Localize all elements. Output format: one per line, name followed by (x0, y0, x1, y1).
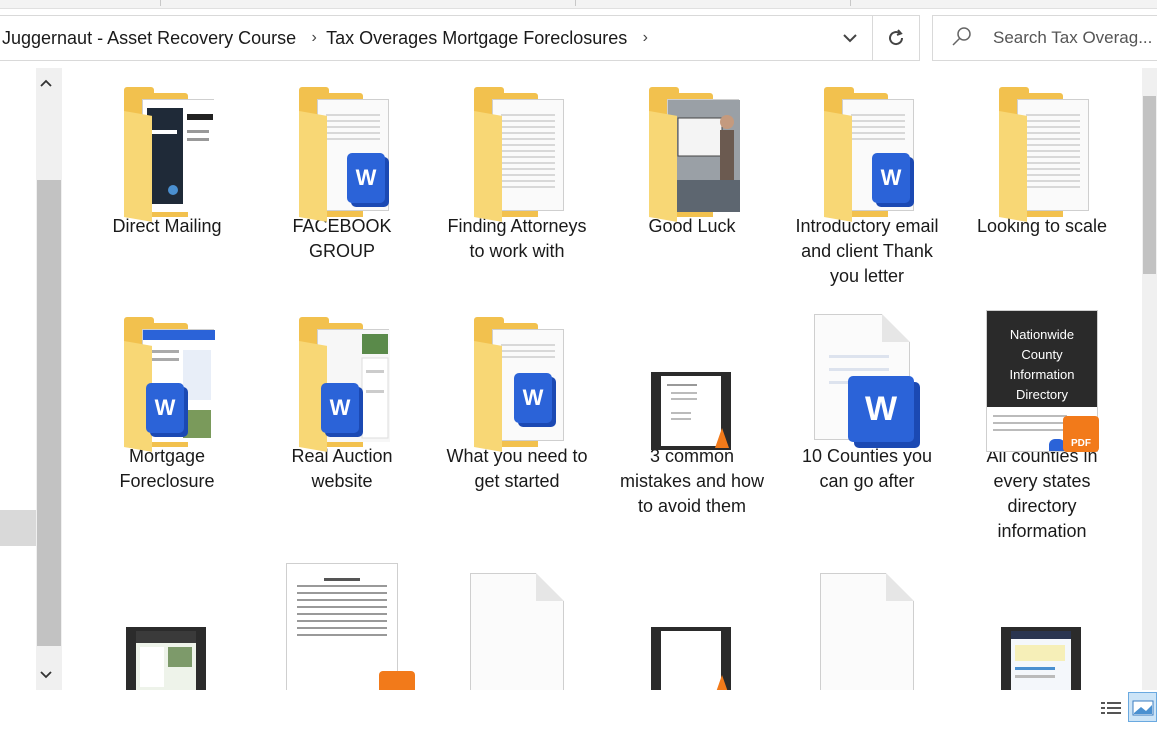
folder-icon: W (92, 298, 242, 452)
file-grid: Direct Mailing W FACEBOOK GROUP Finding … (62, 68, 1142, 690)
folder-item[interactable]: W Introductory email and client Thank yo… (792, 68, 942, 289)
video-file-icon (967, 563, 1117, 690)
content-scrollbar[interactable] (1142, 68, 1157, 690)
large-icons-view-icon[interactable] (1128, 692, 1157, 722)
word-icon: W (848, 376, 914, 442)
tab-separator (850, 0, 851, 6)
address-bar[interactable]: Juggernaut - Asset Recovery Course › Tax… (0, 15, 920, 61)
file-item[interactable] (442, 563, 592, 690)
search-icon (951, 26, 973, 53)
file-label: Good Luck (648, 216, 736, 236)
video-file-icon (617, 563, 767, 690)
file-label: Real Auction website (291, 446, 393, 491)
blank-document-icon (442, 563, 592, 690)
pdf-document-icon: Nationwide County Information Directory … (967, 298, 1117, 452)
folder-icon: W (442, 298, 592, 452)
nav-scrollbar-thumb[interactable] (37, 180, 61, 646)
pdf-file-item[interactable] (267, 563, 417, 690)
scroll-up-icon[interactable] (40, 74, 52, 90)
video-file-icon (92, 563, 242, 690)
folder-icon: W (267, 68, 417, 222)
refresh-icon[interactable] (872, 16, 919, 60)
scroll-down-icon[interactable] (40, 666, 52, 682)
file-label: Looking to scale (976, 216, 1108, 236)
folder-icon: W (267, 298, 417, 452)
file-label: Introductory email and client Thank you … (795, 216, 939, 286)
file-item[interactable] (792, 563, 942, 690)
blank-document-icon (792, 563, 942, 690)
navigation-pane (0, 68, 62, 690)
tab-separator (160, 0, 161, 6)
word-document-icon: W (792, 298, 942, 442)
folder-item[interactable]: W Real Auction website (267, 298, 417, 494)
pdf-document-icon (267, 563, 417, 690)
folder-item[interactable]: Direct Mailing (92, 68, 242, 239)
pdf-file-item[interactable]: Nationwide County Information Directory … (967, 298, 1117, 544)
tab-strip (0, 0, 1157, 9)
folder-item[interactable]: W Mortgage Foreclosure (92, 298, 242, 494)
pdf-icon: PDF (1063, 416, 1099, 452)
breadcrumb: Juggernaut - Asset Recovery Course › Tax… (2, 16, 657, 60)
folder-item[interactable]: Good Luck (617, 68, 767, 239)
folder-item[interactable]: W What you need to get started (442, 298, 592, 494)
folder-icon (92, 68, 242, 222)
video-item[interactable] (92, 563, 242, 690)
nav-selected-item[interactable] (0, 510, 36, 546)
file-label: Mortgage Foreclosure (119, 446, 215, 491)
pdf-icon (379, 671, 415, 690)
file-label: Direct Mailing (112, 216, 222, 236)
folder-item[interactable]: Looking to scale (967, 68, 1117, 239)
folder-icon (442, 68, 592, 222)
word-icon: W (872, 153, 910, 203)
word-icon: W (347, 153, 385, 203)
file-label: FACEBOOK GROUP (292, 216, 392, 261)
breadcrumb-item[interactable]: Juggernaut - Asset Recovery Course (2, 28, 302, 49)
search-box[interactable]: Search Tax Overag... (932, 15, 1157, 61)
folder-item[interactable]: Finding Attorneys to work with (442, 68, 592, 264)
pdf-cover-title: Nationwide County Information Directory (987, 311, 1097, 407)
video-file-icon (617, 298, 767, 450)
chevron-down-icon[interactable] (828, 16, 872, 60)
folder-icon (967, 68, 1117, 222)
file-label: What you need to get started (446, 446, 588, 491)
vlc-icon (715, 675, 729, 690)
video-item[interactable]: 3 common mistakes and how to avoid them (617, 298, 767, 519)
breadcrumb-item[interactable]: Tax Overages Mortgage Foreclosures (326, 28, 633, 49)
breadcrumb-chevron-icon[interactable]: › (302, 29, 326, 47)
search-input[interactable]: Search Tax Overag... (993, 16, 1152, 60)
folder-icon: W (792, 68, 942, 222)
details-view-icon[interactable] (1098, 696, 1124, 722)
word-icon: W (514, 373, 552, 423)
content-scrollbar-thumb[interactable] (1143, 96, 1156, 274)
vlc-icon (715, 428, 729, 448)
word-icon: W (146, 383, 184, 433)
breadcrumb-chevron-icon[interactable]: › (633, 29, 657, 47)
word-file-item[interactable]: W 10 Counties you can go after (792, 298, 942, 494)
file-label: Finding Attorneys to work with (447, 216, 587, 261)
word-icon: W (321, 383, 359, 433)
status-bar (0, 690, 1157, 731)
tab-separator (575, 0, 576, 6)
folder-icon (617, 68, 767, 222)
folder-item[interactable]: W FACEBOOK GROUP (267, 68, 417, 264)
video-item[interactable] (617, 563, 767, 690)
file-label: All counties in every states directory i… (986, 446, 1098, 541)
file-label: 3 common mistakes and how to avoid them (619, 446, 765, 516)
video-item[interactable] (967, 563, 1117, 690)
file-label: 10 Counties you can go after (801, 446, 933, 491)
